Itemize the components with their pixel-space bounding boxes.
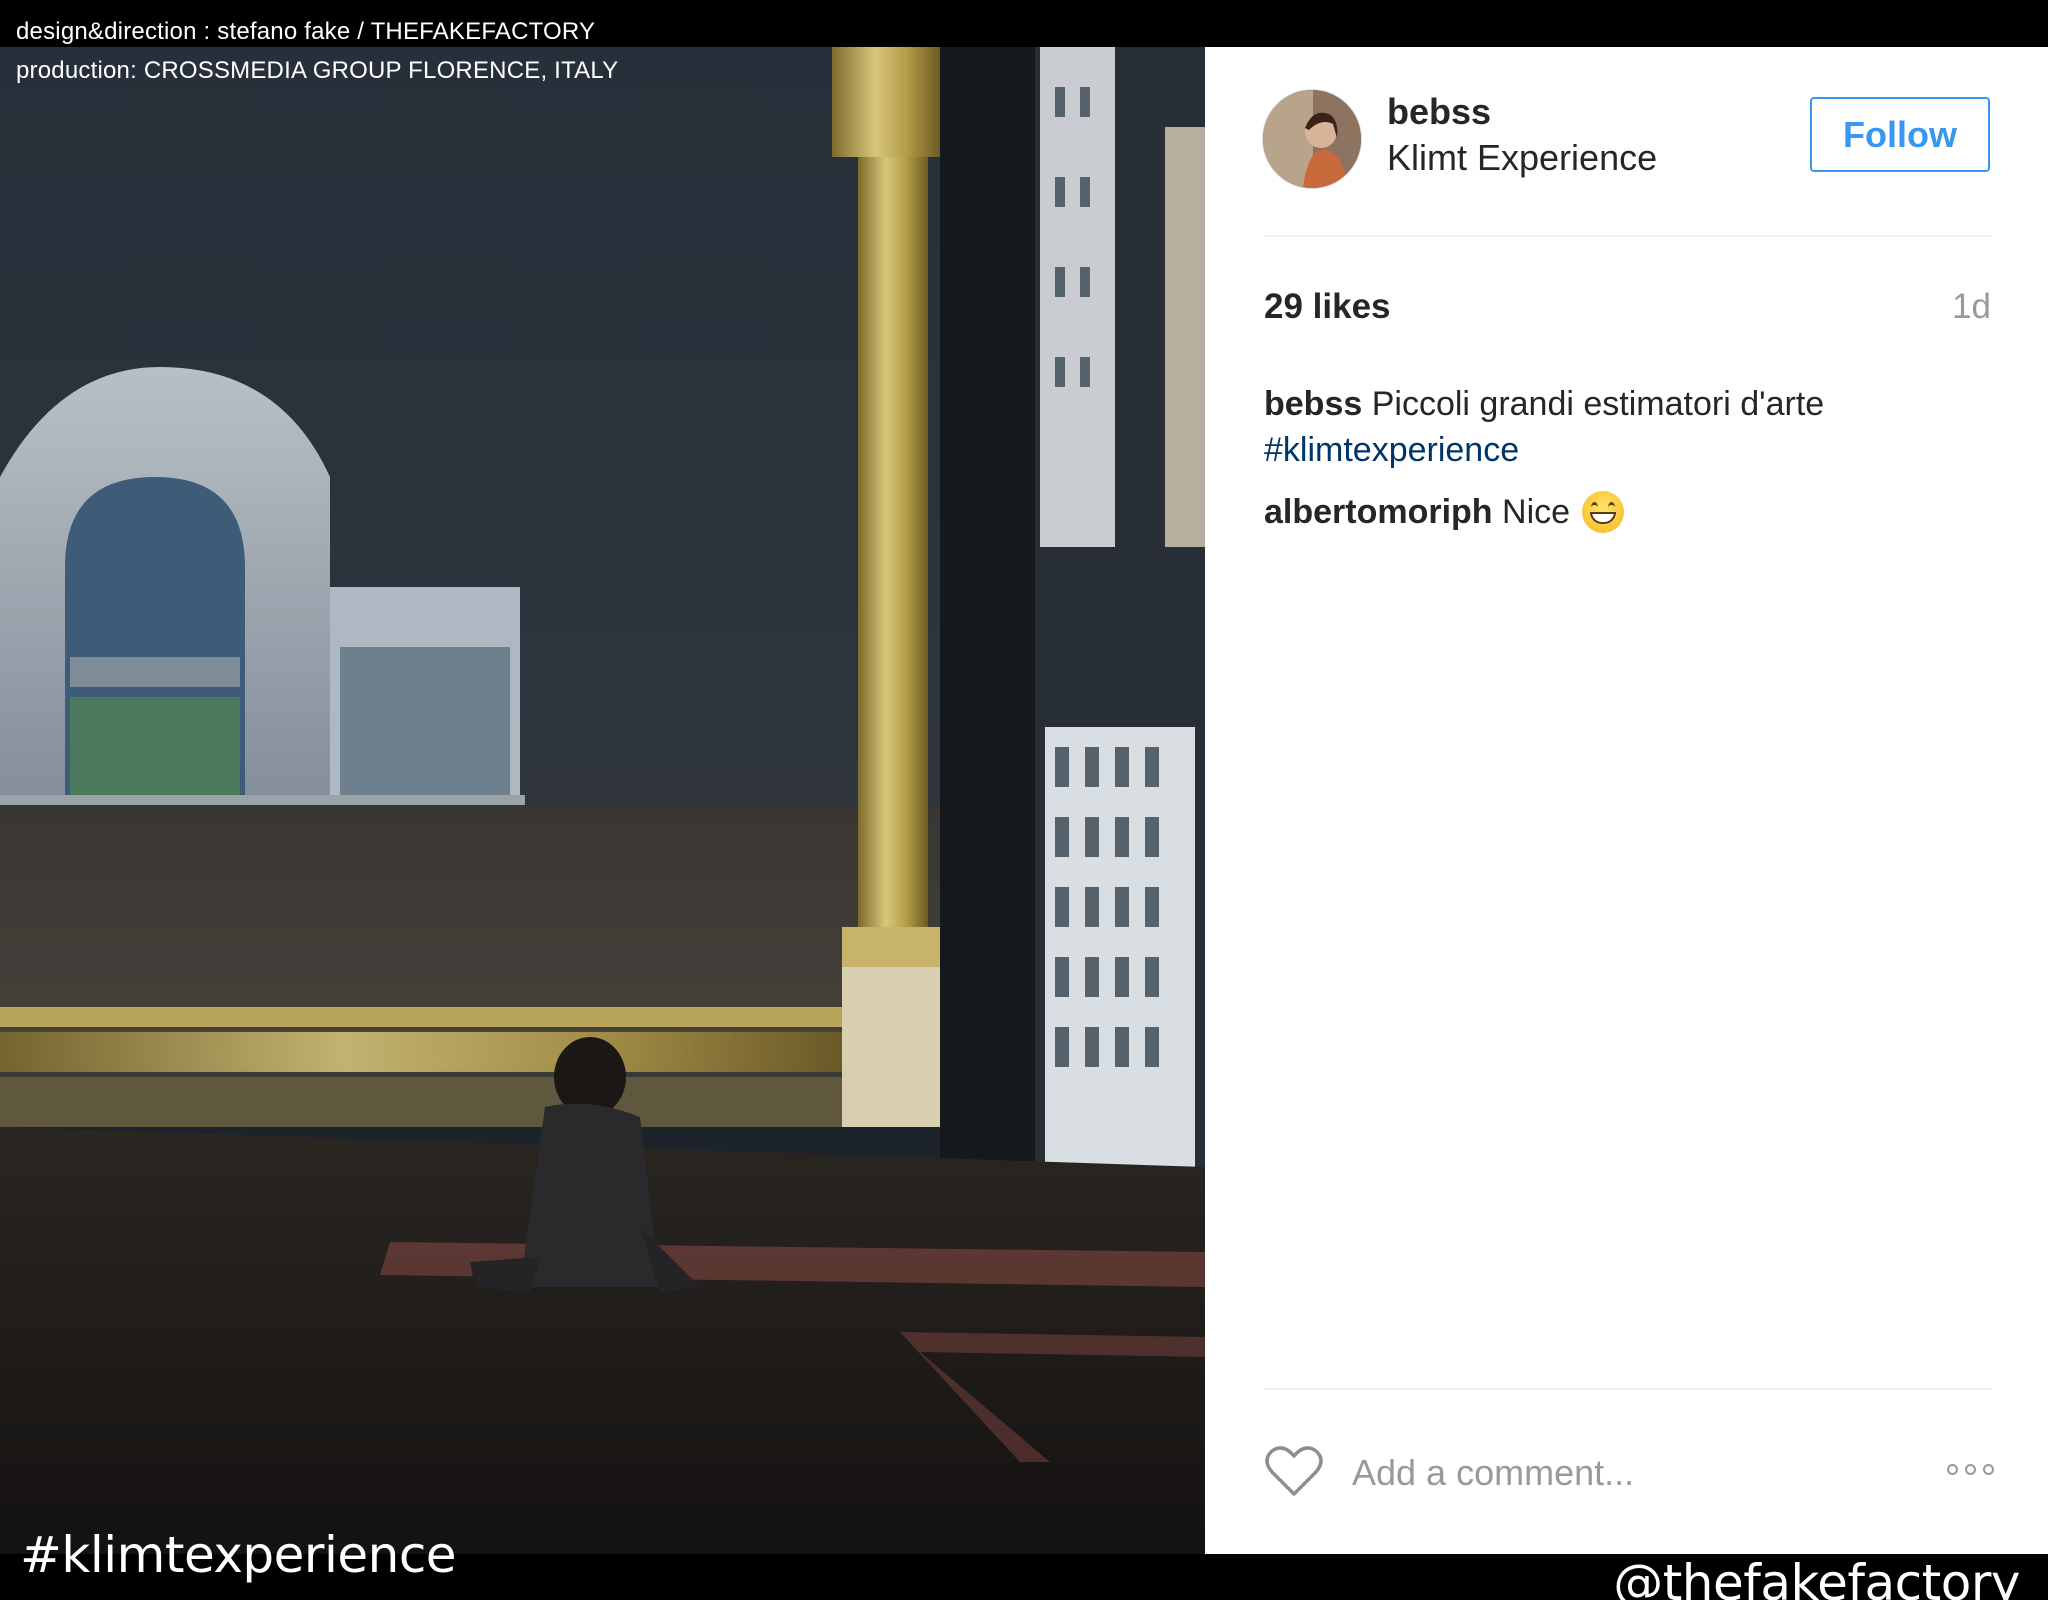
header-divider: [1264, 235, 1992, 237]
post-details-panel: bebss Klimt Experience Follow 29 likes 1…: [1205, 47, 2048, 1554]
caption-text: Piccoli grandi estimatori d'arte: [1371, 385, 1825, 423]
more-dot: [1983, 1464, 1994, 1475]
follow-button[interactable]: Follow: [1810, 97, 1990, 172]
post-location[interactable]: Klimt Experience: [1387, 137, 1657, 179]
comment-username[interactable]: albertomoriph: [1264, 493, 1493, 532]
post-caption: bebss Piccoli grandi estimatori d'arte #…: [1264, 381, 1992, 473]
slide-frame: design&direction : stefano fake / THEFAK…: [0, 0, 2048, 1600]
more-dot: [1947, 1464, 1958, 1475]
credit-design: design&direction : stefano fake / THEFAK…: [16, 18, 596, 45]
more-options-icon[interactable]: [1947, 1464, 1994, 1475]
more-dot: [1965, 1464, 1976, 1475]
exhibition-photo-image: [0, 47, 1205, 1554]
comment-text: Nice: [1502, 492, 1571, 531]
post-photo[interactable]: [0, 47, 1205, 1554]
comment-item: albertomoriph Nice: [1264, 491, 1625, 533]
overlay-hashtag: #klimtexperience: [20, 1526, 457, 1584]
add-comment-input[interactable]: [1352, 1445, 1902, 1501]
likes-count[interactable]: 29 likes: [1264, 287, 1391, 327]
avatar[interactable]: [1262, 89, 1362, 189]
credit-production: production: CROSSMEDIA GROUP FLORENCE, I…: [16, 57, 619, 84]
caption-username[interactable]: bebss: [1264, 385, 1362, 423]
avatar-image: [1263, 90, 1361, 188]
overlay-handle: @thefakefactory: [1613, 1554, 2020, 1600]
post-timestamp[interactable]: 1d: [1952, 287, 1991, 327]
post-author-username[interactable]: bebss: [1387, 91, 1491, 133]
caption-hashtag-link[interactable]: #klimtexperience: [1264, 427, 1992, 473]
footer-divider: [1264, 1388, 1992, 1390]
heart-icon[interactable]: [1264, 1444, 1324, 1498]
grinning-face-emoji-icon: [1582, 491, 1625, 533]
